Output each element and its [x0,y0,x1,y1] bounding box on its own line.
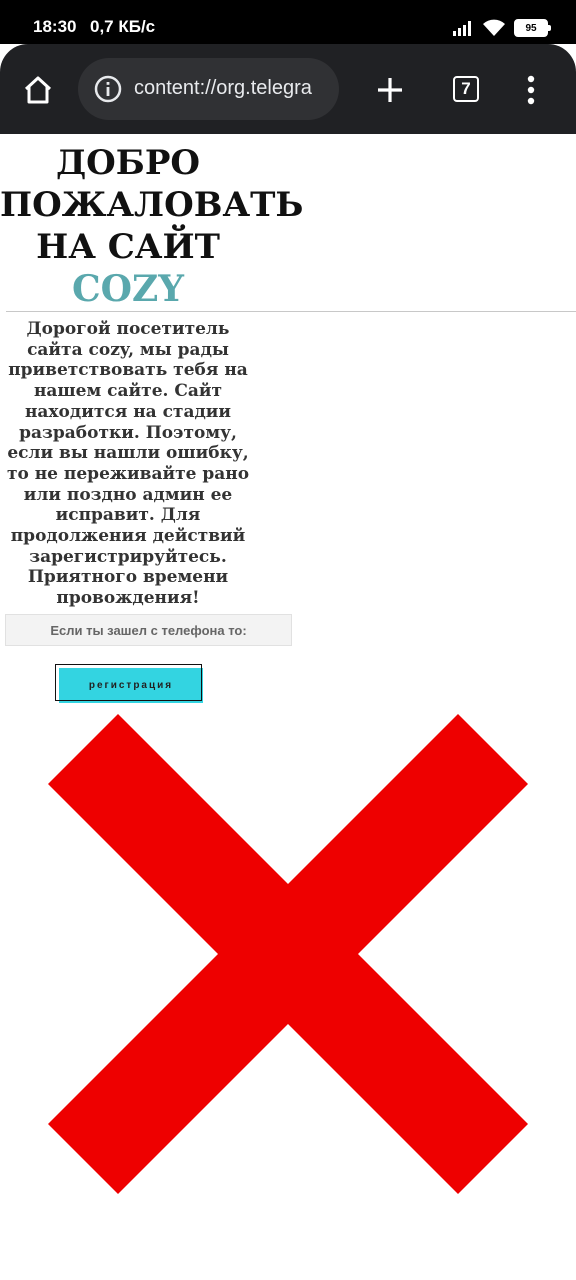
battery-level: 95 [525,22,537,34]
tab-count: 7 [461,79,471,98]
status-bar: 18:30 0,7 КБ/с 95 [0,0,576,44]
info-icon[interactable] [94,75,122,103]
status-icons: 95 [452,16,551,40]
welcome-message: Дорогой посетитель сайта cozy, мы рады п… [6,319,250,609]
plus-icon[interactable] [374,74,406,106]
phone-note: Если ты зашел с телефона то: [5,614,292,646]
tabs-button[interactable]: 7 [453,76,479,102]
brand-name: COZY [72,268,184,310]
red-x-icon [48,714,528,1194]
welcome-line-2: ПОЖАЛОВАТЬ [0,185,304,225]
home-icon[interactable] [20,72,56,108]
welcome-heading: ДОБРО ПОЖАЛОВАТЬ НА САЙТ COZY [0,142,304,310]
status-time: 18:30 [33,17,77,36]
url-text: content://org.telegra [134,77,312,99]
more-vert-icon[interactable] [522,74,540,106]
network-speed: 0,7 КБ/с [90,17,156,36]
battery-icon: 95 [514,19,551,37]
register-button[interactable]: регистрация [59,668,203,703]
divider [6,311,576,312]
browser-toolbar: content://org.telegra 7 [0,44,576,134]
address-bar[interactable]: content://org.telegra [78,58,339,120]
welcome-line-1: ДОБРО [55,143,201,183]
welcome-line-3: НА САЙТ [36,227,220,267]
signal-icon [453,21,471,36]
web-page: ДОБРО ПОЖАЛОВАТЬ НА САЙТ COZY Дорогой по… [0,134,576,1280]
wifi-icon [483,19,505,36]
